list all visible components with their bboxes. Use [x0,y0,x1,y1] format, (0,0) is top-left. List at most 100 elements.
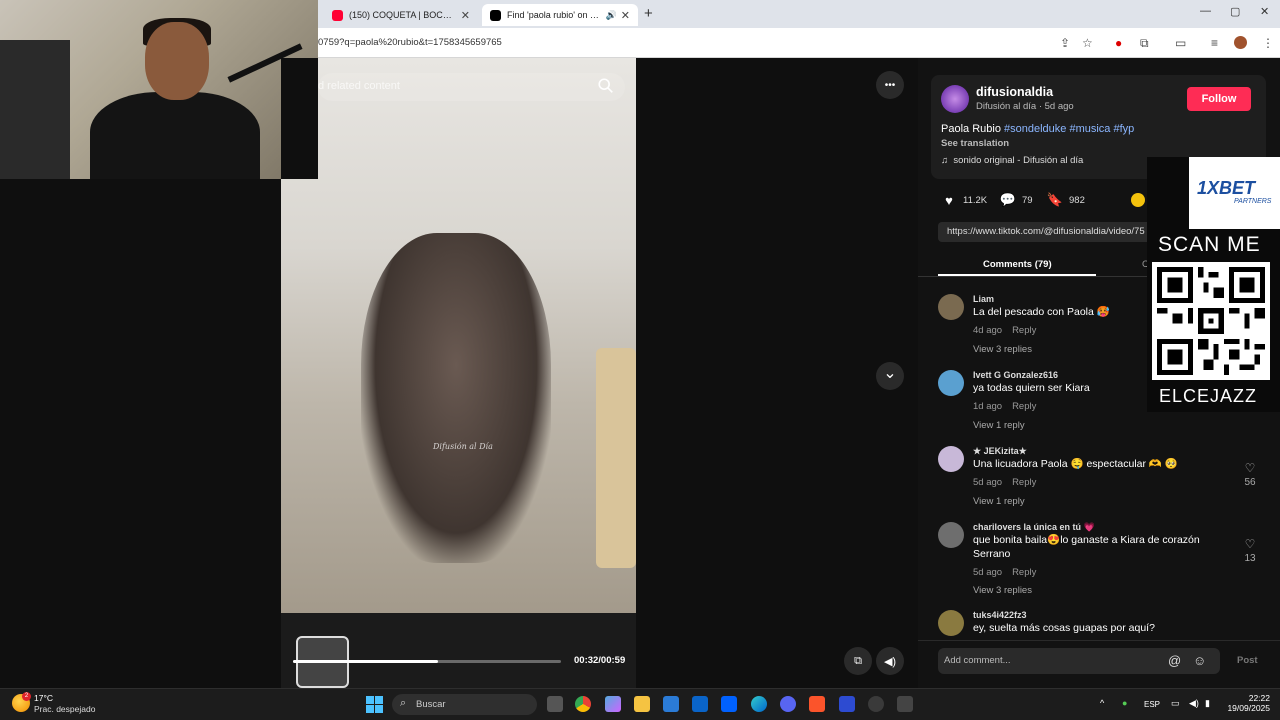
copilot-icon[interactable] [605,696,621,712]
comment-username[interactable]: ★ JEKizita★ [973,446,1027,457]
reply-button[interactable]: Reply [1012,477,1036,488]
comment-username[interactable]: Liam [973,294,994,304]
maximize-button[interactable]: ▢ [1230,5,1240,18]
app-icon[interactable] [839,696,855,712]
comment-like[interactable]: ♡ 13 [1240,537,1260,564]
minimize-button[interactable]: — [1200,5,1211,17]
avatar[interactable] [938,294,964,320]
start-button[interactable] [366,696,383,713]
extensions-icon[interactable]: ⧉ [1140,36,1149,51]
copy-link-field[interactable]: https://www.tiktok.com/@difusionaldia/vi… [938,222,1158,242]
close-icon[interactable]: ✕ [461,9,470,22]
view-replies-button[interactable]: View 3 replies [973,344,1032,355]
author-avatar[interactable] [941,85,969,113]
taskbar-search[interactable]: ⌕ Buscar [392,694,537,715]
cast-icon[interactable]: ▭ [1175,36,1186,50]
view-replies-button[interactable]: View 1 reply [973,420,1025,431]
video-progress-bar[interactable] [293,660,561,663]
volume-icon[interactable]: ◀) [1189,698,1199,709]
comment-username[interactable]: Ivett G Gonzalez616 [973,370,1058,380]
comment-username[interactable]: tuks4i422fz3 [973,610,1027,620]
dropbox-icon[interactable] [721,696,737,712]
avatar[interactable] [938,610,964,636]
network-icon[interactable]: ▭ [1171,698,1180,709]
edge-icon[interactable] [751,696,767,712]
browser-tab-youtube[interactable]: (150) COQUETA | BOCCHI THE R ✕ [324,4,478,26]
heart-outline-icon[interactable]: ♡ [1240,537,1260,551]
heart-outline-icon[interactable]: ♡ [1240,461,1260,475]
menu-icon[interactable]: ⋮ [1262,36,1274,50]
address-bar[interactable]: 0759?q=paola%20rubio&t=1758345659765 ⇪ ☆… [318,28,1280,58]
emoji-icon[interactable]: ☺ [1193,653,1206,668]
store-icon[interactable] [663,696,679,712]
browser-tab-tiktok[interactable]: Find 'paola rubio' on TikTok 🔊 ✕ [482,4,638,26]
file-explorer-icon[interactable] [634,696,650,712]
profile-avatar[interactable] [1234,36,1247,49]
video-watermark: Difusión al Día [433,442,493,451]
like-stat[interactable]: ♥ 11.2K [941,192,987,208]
comment-item: charilovers la única en tú 💗 que bonita … [938,522,1268,598]
follow-button[interactable]: Follow [1187,87,1251,111]
battery-icon[interactable]: ▮ [1205,698,1210,709]
bookmark-star-icon[interactable]: ☆ [1082,36,1093,50]
author-name[interactable]: difusionaldia [976,85,1053,99]
weather-temp[interactable]: 17°C [34,693,53,703]
hashtag-link[interactable]: #musica [1069,123,1110,135]
reply-button[interactable]: Reply [1012,567,1036,578]
comment-like[interactable]: ♡ 56 [1240,461,1260,488]
bookmark-icon[interactable]: 🔖 [1047,192,1063,208]
heart-icon[interactable]: ♥ [941,192,957,208]
system-clock[interactable]: 22:22 19/09/2025 [1226,693,1270,713]
save-stat[interactable]: 🔖 982 [1047,192,1085,208]
hashtag-link[interactable]: #sondelduke [1004,123,1066,135]
video-player[interactable]: Difusión al Día [281,58,636,688]
mention-icon[interactable]: @ [1168,653,1181,668]
comment-username[interactable]: charilovers la única en tú 💗 [973,522,1095,533]
extension-red-icon[interactable]: ● [1115,36,1122,50]
pip-button[interactable]: ⧉ [844,647,872,675]
see-translation-link[interactable]: See translation [941,138,1009,149]
tab-title: Find 'paola rubio' on TikTok [507,10,602,20]
close-window-button[interactable]: ✕ [1260,5,1269,18]
close-icon[interactable]: ✕ [621,9,630,22]
tab-comments[interactable]: Comments (79) [983,259,1052,270]
comment-icon[interactable]: 💬 [1000,192,1016,208]
avatar[interactable] [938,446,964,472]
reply-button[interactable]: Reply [1012,401,1036,412]
speaker-icon[interactable]: 🔊 [606,10,617,21]
avatar[interactable] [938,522,964,548]
task-view-icon[interactable] [547,696,563,712]
chrome-icon[interactable] [575,696,591,712]
outlook-icon[interactable] [692,696,708,712]
language-indicator[interactable]: ESP [1144,700,1160,709]
comment-placeholder: Add comment... [944,655,1011,666]
search-placeholder: d related content [318,80,400,92]
post-button[interactable]: Post [1237,655,1258,666]
more-options-button[interactable]: ••• [876,71,904,99]
discord-icon[interactable] [780,696,796,712]
microphone-icon[interactable]: ● [1122,698,1127,708]
search-icon[interactable] [597,77,615,95]
view-replies-button[interactable]: View 1 reply [973,496,1025,507]
hashtag-link[interactable]: #fyp [1113,123,1134,135]
related-search-input[interactable]: d related content [318,73,625,101]
share-coin-icon[interactable] [1131,193,1145,207]
url-text[interactable]: 0759?q=paola%20rubio&t=1758345659765 [318,37,502,48]
comment-stat[interactable]: 💬 79 [1000,192,1033,208]
avatar[interactable] [938,370,964,396]
chevron-up-icon[interactable]: ^ [1100,698,1104,708]
media-icon[interactable]: ≡ [1211,36,1218,50]
view-replies-button[interactable]: View 3 replies [973,585,1032,596]
calculator-icon[interactable] [897,696,913,712]
new-tab-button[interactable]: + [644,5,653,22]
music-link[interactable]: ♫ sonido original - Difusión al día [941,155,1083,166]
install-app-icon[interactable]: ⇪ [1060,36,1070,50]
brave-icon[interactable] [809,696,825,712]
weather-desc[interactable]: Prac. despejado [34,704,95,714]
volume-button[interactable]: ◀) [876,647,904,675]
comment-text: ey, suelta más cosas guapas por aquí? [973,622,1155,634]
reply-button[interactable]: Reply [1012,325,1036,336]
obs-icon[interactable] [868,696,884,712]
next-video-button[interactable]: ⌄ [876,362,904,390]
qr-code [1152,262,1270,380]
